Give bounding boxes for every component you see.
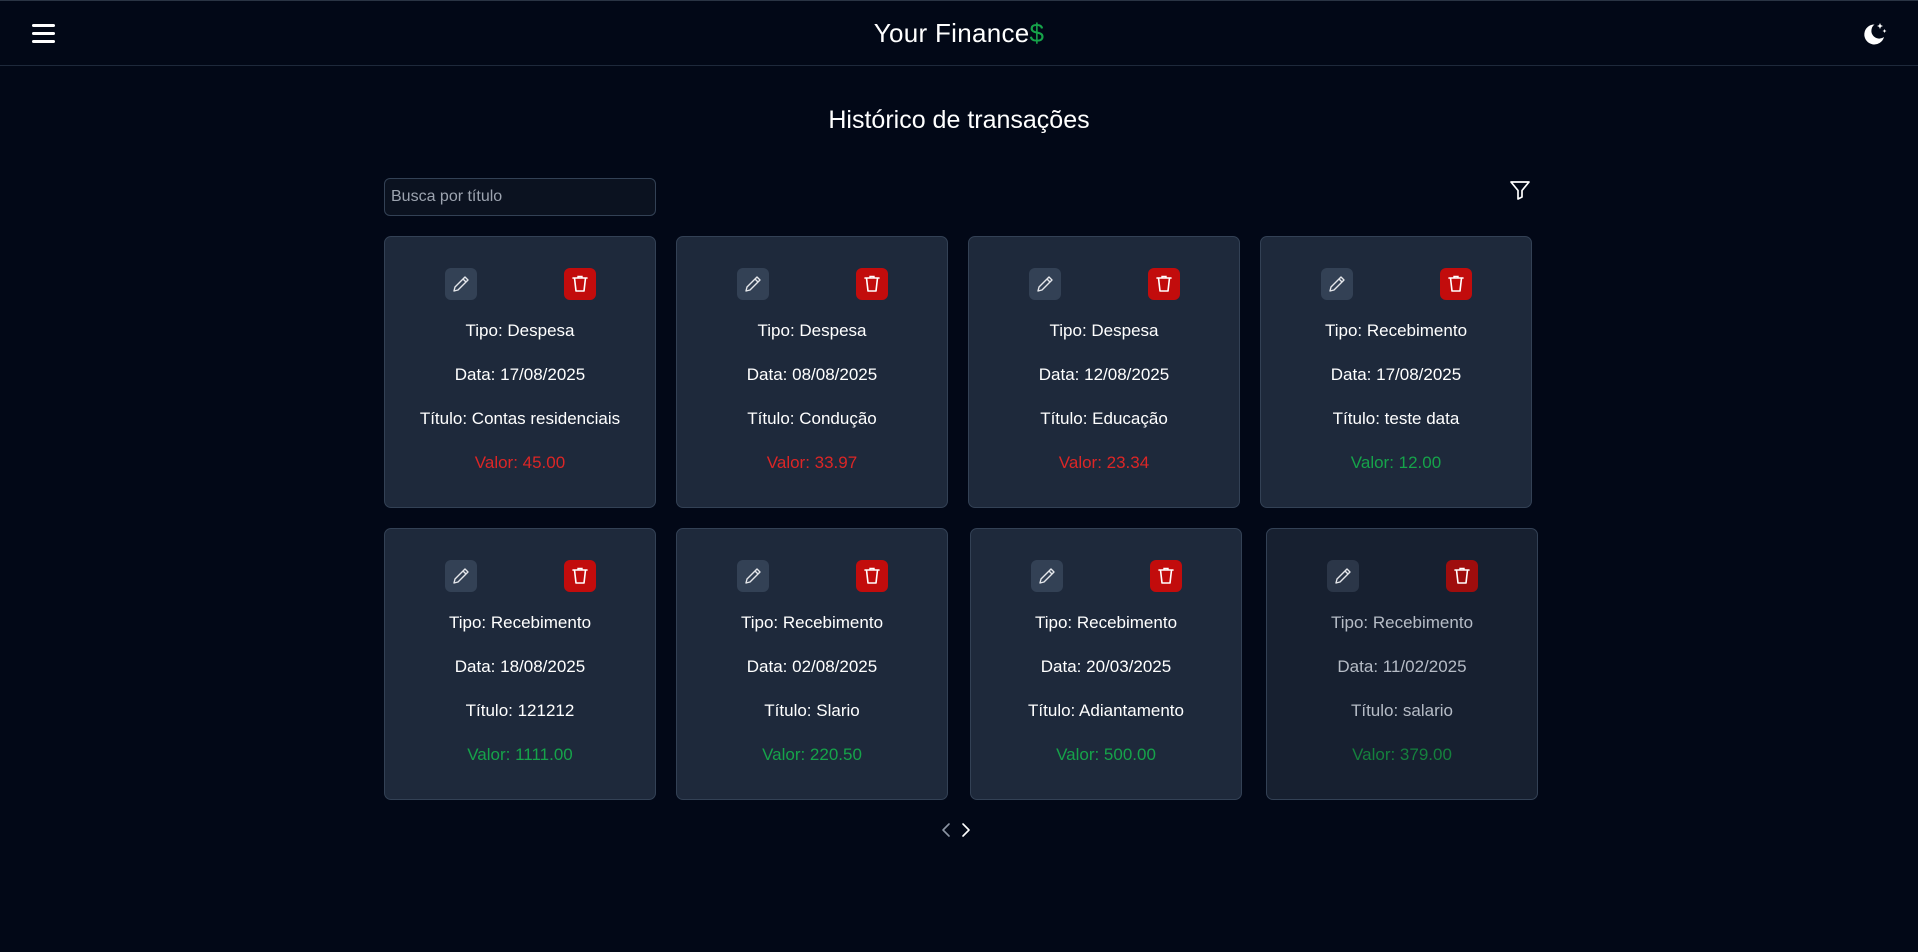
filter-funnel-icon[interactable] [1508, 178, 1532, 202]
transaction-value: Valor: 1111.00 [467, 745, 573, 764]
delete-button[interactable] [564, 268, 596, 300]
transaction-value: Valor: 12.00 [1350, 453, 1442, 472]
trash-icon [1156, 275, 1172, 292]
transaction-date: Data: 17/08/2025 [454, 365, 586, 384]
delete-button[interactable] [856, 560, 888, 592]
edit-button[interactable] [1327, 560, 1359, 592]
pencil-icon [745, 276, 761, 292]
pencil-icon [745, 568, 761, 584]
transaction-type: Tipo: Recebimento [1330, 613, 1474, 632]
transaction-value: Valor: 379.00 [1352, 745, 1452, 764]
transaction-date: Data: 18/08/2025 [454, 657, 586, 676]
delete-button[interactable] [1446, 560, 1478, 592]
moon-stars-icon[interactable] [1860, 20, 1888, 48]
search-input[interactable] [384, 178, 656, 216]
transaction-title: Título: teste data [1332, 409, 1460, 428]
page-title: Histórico de transações [828, 106, 1090, 134]
edit-button[interactable] [445, 268, 477, 300]
transaction-type: Tipo: Despesa [465, 321, 575, 340]
pencil-icon [1329, 276, 1345, 292]
transaction-type: Tipo: Despesa [1049, 321, 1159, 340]
edit-button[interactable] [1321, 268, 1353, 300]
transaction-title: Título: 121212 [465, 701, 575, 720]
transaction-date: Data: 11/02/2025 [1337, 657, 1467, 676]
transaction-card: Tipo: Recebimento Data: 02/08/2025 Títul… [676, 528, 948, 800]
transaction-type: Tipo: Despesa [757, 321, 867, 340]
trash-icon [864, 275, 880, 292]
app-title-text: Your Finance [873, 18, 1030, 48]
pencil-icon [1335, 568, 1351, 584]
pencil-icon [453, 276, 469, 292]
transaction-title: Título: Adiantamento [1028, 701, 1184, 720]
delete-button[interactable] [1148, 268, 1180, 300]
transaction-value: Valor: 33.97 [766, 453, 858, 472]
chevron-right-icon[interactable] [960, 820, 972, 840]
transaction-card: Tipo: Recebimento Data: 17/08/2025 Títul… [1260, 236, 1532, 508]
trash-icon [572, 275, 588, 292]
top-navbar: Your Finance$ [0, 0, 1918, 66]
transaction-type: Tipo: Recebimento [740, 613, 884, 632]
transaction-title: Título: Condução [747, 409, 877, 428]
transaction-date: Data: 20/03/2025 [1040, 657, 1172, 676]
transaction-card: Tipo: Despesa Data: 17/08/2025 Título: C… [384, 236, 656, 508]
app-title: Your Finance$ [0, 18, 1918, 49]
trash-icon [1448, 275, 1464, 292]
delete-button[interactable] [564, 560, 596, 592]
edit-button[interactable] [445, 560, 477, 592]
trash-icon [864, 567, 880, 584]
transaction-title: Título: Educação [1040, 409, 1168, 428]
transaction-card: Tipo: Despesa Data: 08/08/2025 Título: C… [676, 236, 948, 508]
transaction-card: Tipo: Recebimento Data: 20/03/2025 Títul… [970, 528, 1242, 800]
transaction-value: Valor: 220.50 [762, 745, 862, 764]
trash-icon [1158, 567, 1174, 584]
pencil-icon [1037, 276, 1053, 292]
transaction-value: Valor: 45.00 [474, 453, 566, 472]
transaction-type: Tipo: Recebimento [1324, 321, 1468, 340]
pencil-icon [453, 568, 469, 584]
edit-button[interactable] [1031, 560, 1063, 592]
trash-icon [572, 567, 588, 584]
transaction-date: Data: 17/08/2025 [1330, 365, 1462, 384]
transaction-card: Tipo: Recebimento Data: 11/02/2025 Títul… [1266, 528, 1538, 800]
transaction-title: Título: Slario [764, 701, 860, 720]
transaction-title: Título: Contas residenciais [419, 409, 621, 428]
trash-icon [1454, 567, 1470, 584]
edit-button[interactable] [1029, 268, 1061, 300]
transaction-date: Data: 02/08/2025 [746, 657, 878, 676]
transaction-title: Título: salario [1350, 701, 1454, 720]
edit-button[interactable] [737, 268, 769, 300]
transaction-value: Valor: 500.00 [1056, 745, 1156, 764]
transaction-card: Tipo: Recebimento Data: 18/08/2025 Títul… [384, 528, 656, 800]
app-title-dollar-sign: $ [1029, 18, 1045, 48]
transaction-card: Tipo: Despesa Data: 12/08/2025 Título: E… [968, 236, 1240, 508]
delete-button[interactable] [1440, 268, 1472, 300]
transaction-type: Tipo: Recebimento [1034, 613, 1178, 632]
edit-button[interactable] [737, 560, 769, 592]
delete-button[interactable] [856, 268, 888, 300]
transaction-date: Data: 08/08/2025 [746, 365, 878, 384]
chevron-left-icon[interactable] [940, 820, 952, 840]
delete-button[interactable] [1150, 560, 1182, 592]
transaction-date: Data: 12/08/2025 [1038, 365, 1170, 384]
pencil-icon [1039, 568, 1055, 584]
transaction-value: Valor: 23.34 [1058, 453, 1150, 472]
transaction-type: Tipo: Recebimento [448, 613, 592, 632]
